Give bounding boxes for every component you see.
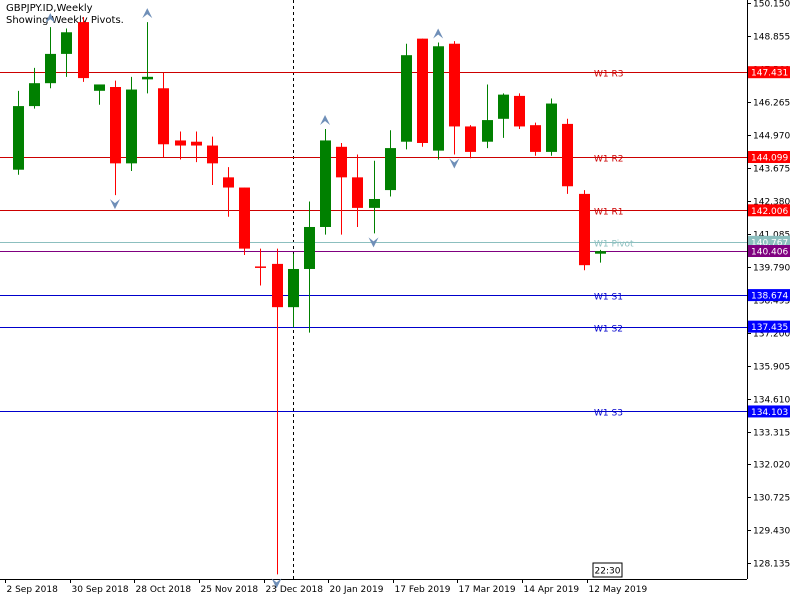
candle-body bbox=[595, 251, 606, 254]
candle-body bbox=[142, 76, 153, 80]
price-tag-label: 138.674 bbox=[751, 292, 788, 302]
candle-body bbox=[369, 198, 380, 208]
candle-body bbox=[61, 32, 72, 54]
price-tag-label: 134.103 bbox=[751, 408, 788, 418]
candle-body bbox=[320, 140, 331, 227]
candle-body bbox=[352, 177, 363, 208]
time-tick-label: 30 Sep 2018 bbox=[72, 585, 129, 595]
pivot-label: W1 R3 bbox=[594, 70, 623, 80]
time-tick-label: 25 Nov 2018 bbox=[201, 585, 259, 595]
candle-body bbox=[562, 123, 573, 187]
price-tag-label: 144.099 bbox=[751, 154, 788, 164]
candle-body bbox=[498, 94, 509, 119]
candle-body bbox=[158, 88, 169, 145]
candle-body bbox=[449, 43, 460, 127]
pivot-label: W1 S3 bbox=[594, 409, 623, 419]
pivot-label: W1 S1 bbox=[594, 293, 623, 303]
candle-body bbox=[401, 55, 412, 142]
price-tick-label: 139.790 bbox=[753, 264, 790, 274]
candle-body bbox=[530, 125, 541, 152]
candle-body bbox=[579, 193, 590, 266]
time-axis: 2 Sep 2018 30 Sep 2018 28 Oct 2018 25 Nov 2… bbox=[5, 579, 648, 595]
price-tick-label: 133.315 bbox=[753, 429, 790, 439]
price-tick-label: 144.970 bbox=[753, 132, 790, 142]
pivot-label: W1 S2 bbox=[594, 325, 623, 335]
candle-body bbox=[514, 95, 525, 127]
fractal-arrows bbox=[45, 8, 460, 589]
price-tick-label: 135.905 bbox=[753, 363, 790, 373]
candle-body bbox=[417, 38, 428, 143]
candle-body bbox=[385, 148, 396, 191]
time-badge-label: 22:30 bbox=[595, 567, 621, 577]
candle-body bbox=[13, 106, 24, 170]
price-tick-label: 132.020 bbox=[753, 461, 790, 471]
candle-body bbox=[255, 266, 266, 268]
pivot-label: W1 Pivot bbox=[594, 240, 634, 250]
price-tick-label: 148.855 bbox=[753, 33, 790, 43]
fractal-up-arrow bbox=[433, 28, 444, 39]
time-tick-label: 20 Jan 2019 bbox=[330, 585, 384, 595]
price-tick-label: 143.675 bbox=[753, 165, 790, 175]
price-tick-label: 128.135 bbox=[753, 560, 790, 570]
time-tick-label: 2 Sep 2018 bbox=[7, 585, 59, 595]
candle-body bbox=[433, 46, 444, 151]
candle-body bbox=[94, 84, 105, 91]
candle-body bbox=[175, 140, 186, 146]
candle-body bbox=[336, 146, 347, 178]
price-tick-label: 130.725 bbox=[753, 494, 790, 504]
time-tick-label: 12 May 2019 bbox=[589, 585, 648, 595]
price-tag-label: 147.431 bbox=[751, 69, 788, 79]
time-tick-label: 14 Apr 2019 bbox=[524, 585, 580, 595]
fractal-down-arrow bbox=[449, 158, 460, 169]
time-tick-label: 17 Feb 2019 bbox=[395, 585, 451, 595]
price-tag-label: 140.406 bbox=[751, 248, 788, 258]
chart-frame bbox=[0, 0, 748, 580]
time-tick-label: 17 Mar 2019 bbox=[459, 585, 516, 595]
fractal-down-arrow bbox=[109, 199, 120, 210]
candle-body bbox=[288, 268, 299, 308]
candle-body bbox=[465, 126, 476, 152]
candle-body bbox=[126, 89, 137, 164]
price-tag-label: 142.006 bbox=[751, 207, 788, 217]
fractal-up-arrow bbox=[45, 13, 56, 24]
price-tick-label: 150.150 bbox=[753, 0, 790, 10]
candle-body bbox=[110, 86, 121, 164]
candle-body bbox=[239, 187, 250, 249]
candle-body bbox=[191, 141, 202, 146]
price-tag-label: 137.435 bbox=[751, 323, 788, 333]
time-badge-group: 22:30 bbox=[592, 562, 623, 578]
fractal-up-arrow bbox=[320, 114, 331, 125]
candle-body bbox=[78, 22, 89, 79]
fractal-up-arrow bbox=[142, 8, 153, 19]
time-tick-label: 23 Dec 2018 bbox=[266, 585, 324, 595]
price-tick-label: 134.610 bbox=[753, 396, 790, 406]
time-tick-label: 28 Oct 2018 bbox=[136, 585, 192, 595]
candle-body bbox=[45, 53, 56, 84]
candle-body bbox=[304, 226, 315, 269]
price-tick-label: 146.265 bbox=[753, 99, 790, 109]
pivot-label: W1 R2 bbox=[594, 155, 623, 165]
price-axis: 150.150148.855147.560146.265144.970143.6… bbox=[747, 0, 790, 570]
candle-body bbox=[207, 145, 218, 164]
candle-body bbox=[272, 263, 283, 308]
candle-body bbox=[482, 120, 493, 142]
price-tick-label: 129.430 bbox=[753, 527, 790, 537]
pivot-label: W1 R1 bbox=[594, 208, 623, 218]
candle-body bbox=[29, 83, 40, 107]
candle-body bbox=[223, 177, 234, 188]
price-chart[interactable]: W1 R3 W1 R2 W1 R1 W1 Pivot W1 S1 W1 S2 W1 S3 1… bbox=[0, 0, 800, 600]
candle-body bbox=[546, 103, 557, 152]
